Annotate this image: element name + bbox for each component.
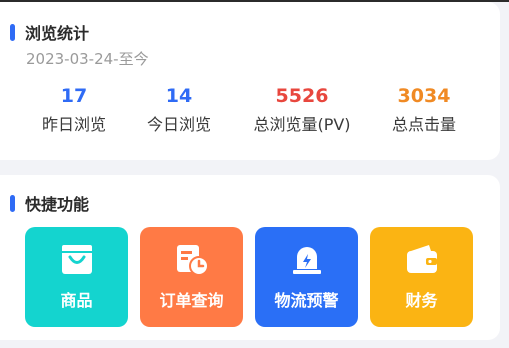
tile-label: 财务	[405, 291, 438, 310]
tile-products[interactable]: 商品	[25, 227, 128, 327]
tile-label: 物流预警	[274, 291, 339, 310]
date-range: 2023-03-24-至今	[26, 50, 149, 68]
metric-total-pv[interactable]: 5526 总浏览量(PV)	[253, 84, 350, 136]
metric-value: 14	[165, 85, 193, 107]
metric-value: 17	[60, 85, 88, 107]
stats-title: 浏览统计	[25, 24, 90, 43]
metric-value: 5526	[275, 85, 329, 107]
metric-label: 总浏览量(PV)	[253, 115, 351, 134]
shopping-bag-icon	[61, 245, 92, 274]
alarm-light-icon	[292, 247, 321, 274]
quick-title: 快捷功能	[25, 195, 90, 214]
section-accent-bar	[10, 194, 15, 212]
section-accent-bar	[10, 23, 15, 41]
metric-value: 3034	[397, 85, 451, 107]
metric-label: 总点击量	[391, 115, 457, 134]
stats-section-header: 浏览统计	[10, 20, 89, 44]
tile-label: 订单查询	[159, 291, 224, 310]
browse-stats-card: 浏览统计 2023-03-24-至今 17 昨日浏览 14 今日浏览 5526 …	[0, 2, 500, 160]
order-search-icon	[176, 245, 209, 276]
tile-order-search[interactable]: 订单查询	[140, 227, 243, 327]
tile-logistics-alert[interactable]: 物流预警	[255, 227, 358, 327]
metric-yesterday-views[interactable]: 17 昨日浏览	[42, 84, 106, 136]
wallet-icon	[406, 245, 437, 273]
metric-total-clicks[interactable]: 3034 总点击量	[392, 84, 456, 136]
quick-functions-card: 快捷功能 商品 订单查询 物流预警 财务	[0, 175, 500, 340]
metric-label: 今日浏览	[146, 115, 212, 134]
metrics-row: 17 昨日浏览 14 今日浏览 5526 总浏览量(PV) 3034 总点击量	[0, 84, 500, 144]
quick-section-header: 快捷功能	[10, 191, 89, 215]
tile-finance[interactable]: 财务	[370, 227, 473, 327]
metric-label: 昨日浏览	[41, 115, 107, 134]
tile-label: 商品	[60, 291, 93, 310]
metric-today-views[interactable]: 14 今日浏览	[147, 84, 211, 136]
quick-tiles: 商品 订单查询 物流预警 财务	[25, 227, 485, 327]
